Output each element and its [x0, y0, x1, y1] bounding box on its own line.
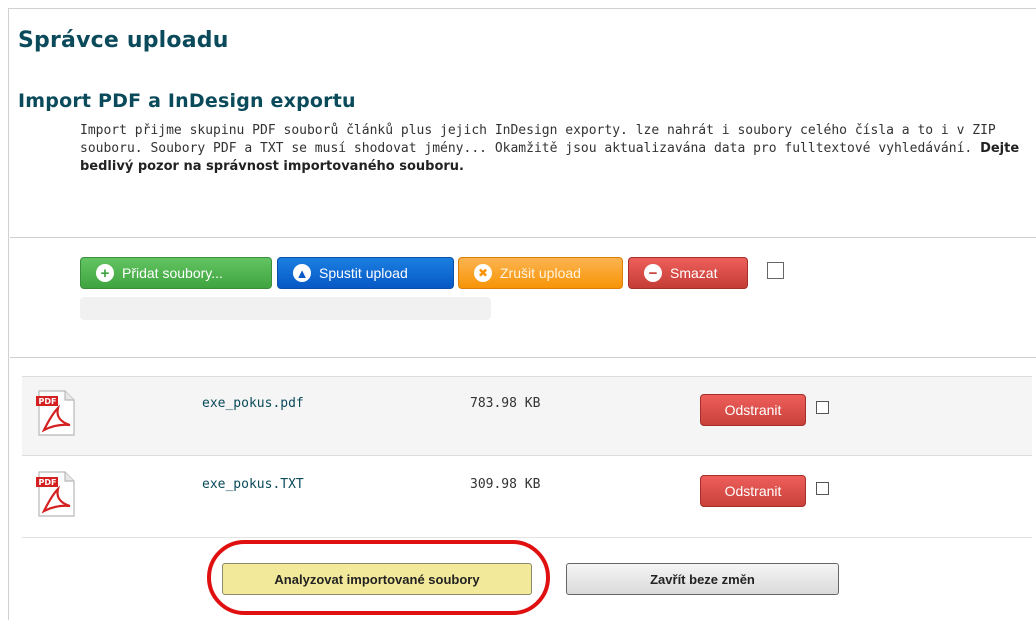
minus-icon: − — [644, 264, 662, 282]
start-upload-label: Spustit upload — [319, 265, 408, 281]
pdf-file-icon: PDF — [36, 471, 75, 517]
delete-button[interactable]: − Smazat — [628, 257, 748, 289]
file-row: PDF exe_pokus.TXT 309.98 KB Odstranit — [22, 458, 1032, 538]
plus-icon: + — [96, 264, 114, 282]
highlight-oval — [207, 540, 550, 615]
file-size: 783.98 KB — [470, 396, 541, 411]
add-files-button[interactable]: + Přidat soubory... — [80, 257, 272, 289]
divider-bottom — [10, 357, 1036, 358]
select-all-checkbox[interactable] — [767, 262, 784, 279]
intro-text: Import přijme skupinu PDF souborů článků… — [80, 123, 996, 156]
pdf-file-icon: PDF — [36, 390, 75, 436]
file-select-checkbox[interactable] — [816, 482, 829, 495]
cancel-x-icon: ✖ — [474, 264, 492, 282]
file-name: exe_pokus.pdf — [202, 396, 304, 411]
page-title: Správce uploadu — [18, 28, 229, 53]
cancel-upload-label: Zrušit upload — [500, 265, 581, 281]
start-upload-button[interactable]: ▲ Spustit upload — [277, 257, 454, 289]
upload-arrow-icon: ▲ — [293, 264, 311, 282]
delete-label: Smazat — [670, 265, 718, 281]
svg-text:PDF: PDF — [39, 397, 57, 406]
intro-paragraph: Import přijme skupinu PDF souborů článků… — [80, 122, 1030, 176]
cancel-upload-button[interactable]: ✖ Zrušit upload — [458, 257, 623, 289]
close-without-changes-button[interactable]: Zavřít beze změn — [566, 563, 839, 595]
section-title: Import PDF a InDesign exportu — [18, 90, 356, 112]
upload-progress-bar — [80, 297, 491, 320]
file-name: exe_pokus.TXT — [202, 477, 304, 492]
divider-top — [10, 237, 1036, 238]
remove-file-button[interactable]: Odstranit — [700, 475, 806, 507]
add-files-label: Přidat soubory... — [122, 265, 223, 281]
svg-text:PDF: PDF — [39, 478, 57, 487]
file-size: 309.98 KB — [470, 477, 541, 492]
remove-file-button[interactable]: Odstranit — [700, 394, 806, 426]
file-row: PDF exe_pokus.pdf 783.98 KB Odstranit — [22, 376, 1032, 456]
file-select-checkbox[interactable] — [816, 401, 829, 414]
